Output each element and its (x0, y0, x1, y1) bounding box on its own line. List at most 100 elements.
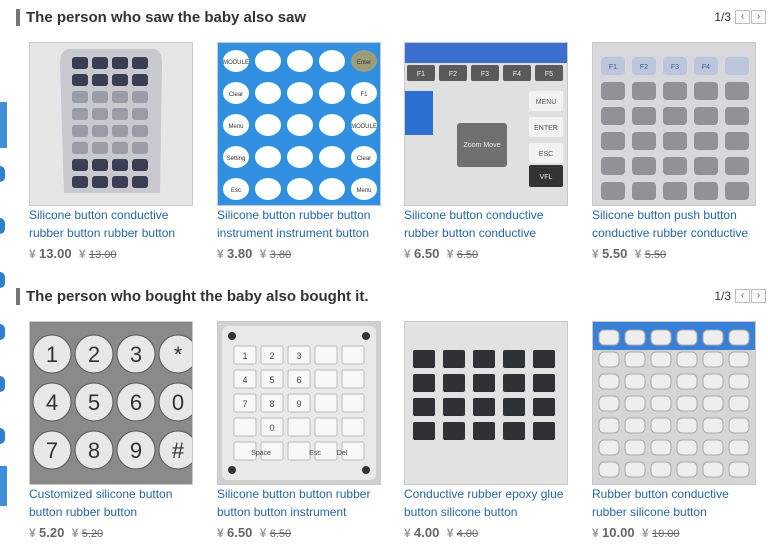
price-row: ¥ 5.20 ¥ 5.20 (29, 525, 103, 542)
product-name-link[interactable]: Conductive rubber epoxy glue button sili… (404, 485, 572, 521)
original-price: 13.00 (88, 249, 117, 261)
svg-text:F5: F5 (545, 71, 553, 78)
edge-dot (0, 272, 5, 288)
current-price: 5.50 (602, 246, 628, 261)
svg-text:8: 8 (88, 438, 100, 463)
product-name-line: Silicone button rubber button (217, 208, 371, 222)
svg-text:4: 4 (46, 390, 58, 415)
section-title: The person who saw the baby also saw (26, 9, 307, 26)
product-image[interactable]: 1 2 3 4 5 6 7 8 9 0 Space Esc Del (217, 321, 381, 485)
product-name-line: conductive rubber conductive (592, 226, 749, 240)
current-price: 13.00 (39, 246, 72, 261)
svg-text:Enter: Enter (357, 60, 371, 66)
original-price: 4.00 (456, 528, 479, 540)
keypad-illustration: F1 F2 F3 F4 F5 Zoom Move MENU ENTER ESC VFL (405, 43, 567, 205)
svg-text:F3: F3 (481, 71, 489, 78)
section-also-bought: The person who bought the baby also boug… (16, 279, 768, 549)
currency-symbol: ¥ (29, 247, 36, 261)
section-header: The person who bought the baby also boug… (16, 287, 768, 307)
svg-text:F1: F1 (417, 71, 425, 78)
current-price: 6.50 (227, 525, 253, 540)
product-image[interactable] (29, 42, 193, 206)
pager-indicator: 1/3 (714, 289, 731, 303)
price-row: ¥ 6.50 ¥ 6.50 (404, 246, 478, 263)
svg-text:2: 2 (269, 351, 274, 361)
pager-next-button[interactable]: › (751, 10, 766, 24)
keypad-illustration: F1 F2 F3 F4 (593, 43, 755, 205)
current-price: 10.00 (602, 525, 635, 540)
edge-dot (0, 324, 5, 340)
product-image[interactable]: F1 F2 F3 F4 (592, 42, 756, 206)
price-row: ¥ 4.00 ¥ 4.00 (404, 525, 478, 542)
left-edge-strip (0, 0, 7, 552)
keypad-illustration: MODULE Enter Clear F1 Menu MODULE Setting Clear… (218, 43, 380, 205)
product-name-line: Conductive rubber epoxy glue (404, 487, 564, 501)
product-image[interactable] (592, 321, 756, 485)
current-price: 6.50 (414, 246, 440, 261)
product-name-line: Silicone button conductive (404, 208, 544, 222)
pager-prev-button[interactable]: ‹ (735, 289, 750, 303)
product-image[interactable]: MODULE Enter Clear F1 Menu MODULE Setting Clear… (217, 42, 381, 206)
product-name-link[interactable]: Rubber button conductive rubber silicone… (592, 485, 760, 521)
svg-text:6: 6 (296, 375, 301, 385)
svg-text:0: 0 (269, 423, 274, 433)
original-price: 3.80 (269, 249, 292, 261)
edge-dot (0, 376, 5, 392)
pager-prev-button[interactable]: ‹ (735, 10, 750, 24)
section-header: The person who saw the baby also saw 1/3… (16, 8, 768, 28)
price-row: ¥ 6.50 ¥ 6.50 (217, 525, 291, 542)
product-name-line: Customized silicone button (29, 487, 173, 501)
currency-symbol: ¥ (259, 526, 267, 540)
currency-symbol: ¥ (404, 247, 411, 261)
product-name-line: Rubber button conductive (592, 487, 729, 501)
price-row: ¥ 3.80 ¥ 3.80 (217, 246, 291, 263)
product-name-line: Silicone button push button (592, 208, 737, 222)
product-name-line: button silicone button (404, 505, 518, 519)
product-image[interactable] (404, 321, 568, 485)
svg-text:F1: F1 (609, 64, 617, 71)
original-price: 5.50 (644, 249, 667, 261)
product-image[interactable]: F1 F2 F3 F4 F5 Zoom Move MENU ENTER ESC VFL (404, 42, 568, 206)
product-name-link[interactable]: Silicone button conductive rubber button… (29, 206, 197, 242)
svg-text:3: 3 (296, 351, 301, 361)
svg-text:#: # (172, 438, 185, 463)
svg-text:3: 3 (130, 342, 142, 367)
svg-text:Clear: Clear (357, 156, 371, 162)
currency-symbol: ¥ (634, 247, 642, 261)
svg-text:ENTER: ENTER (534, 125, 558, 132)
keypad-illustration: 1 2 3 * 4 5 6 0 7 8 9 # (30, 322, 192, 484)
current-price: 3.80 (227, 246, 253, 261)
svg-text:Menu: Menu (228, 124, 243, 130)
svg-text:F2: F2 (449, 71, 457, 78)
product-name-link[interactable]: Silicone button conductive rubber button… (404, 206, 572, 242)
svg-text:ESC: ESC (539, 151, 553, 158)
svg-text:Esc: Esc (309, 450, 321, 457)
original-price: 6.50 (269, 528, 292, 540)
edge-segment (0, 102, 7, 148)
svg-text:F1: F1 (360, 92, 368, 98)
currency-symbol: ¥ (78, 247, 86, 261)
product-name-line: instrument instrument button (217, 226, 370, 240)
product-name-link[interactable]: Silicone button push button conductive r… (592, 206, 760, 242)
svg-text:Zoom Move: Zoom Move (464, 142, 501, 149)
product-name-link[interactable]: Silicone button rubber button instrument… (217, 206, 385, 242)
svg-text:Esc: Esc (231, 188, 241, 194)
svg-text:7: 7 (46, 438, 58, 463)
svg-text:0: 0 (172, 390, 184, 415)
section-marker (16, 288, 20, 305)
keypad-illustration (405, 322, 567, 484)
pager-next-button[interactable]: › (751, 289, 766, 303)
product-image[interactable]: 1 2 3 * 4 5 6 0 7 8 9 # (29, 321, 193, 485)
svg-text:5: 5 (88, 390, 100, 415)
section-marker (16, 9, 20, 26)
price-row: ¥ 5.50 ¥ 5.50 (592, 246, 666, 263)
pager: 1/3 ‹ › (714, 10, 766, 24)
svg-text:9: 9 (296, 399, 301, 409)
product-name-link[interactable]: Customized silicone button button rubber… (29, 485, 197, 521)
price-row: ¥ 10.00 ¥ 10.00 (592, 525, 679, 542)
currency-symbol: ¥ (217, 247, 224, 261)
product-name-link[interactable]: Silicone button button rubber button but… (217, 485, 385, 521)
svg-text:5: 5 (269, 375, 274, 385)
svg-text:MODULE: MODULE (351, 124, 377, 130)
section-also-saw: The person who saw the baby also saw 1/3… (16, 0, 768, 270)
